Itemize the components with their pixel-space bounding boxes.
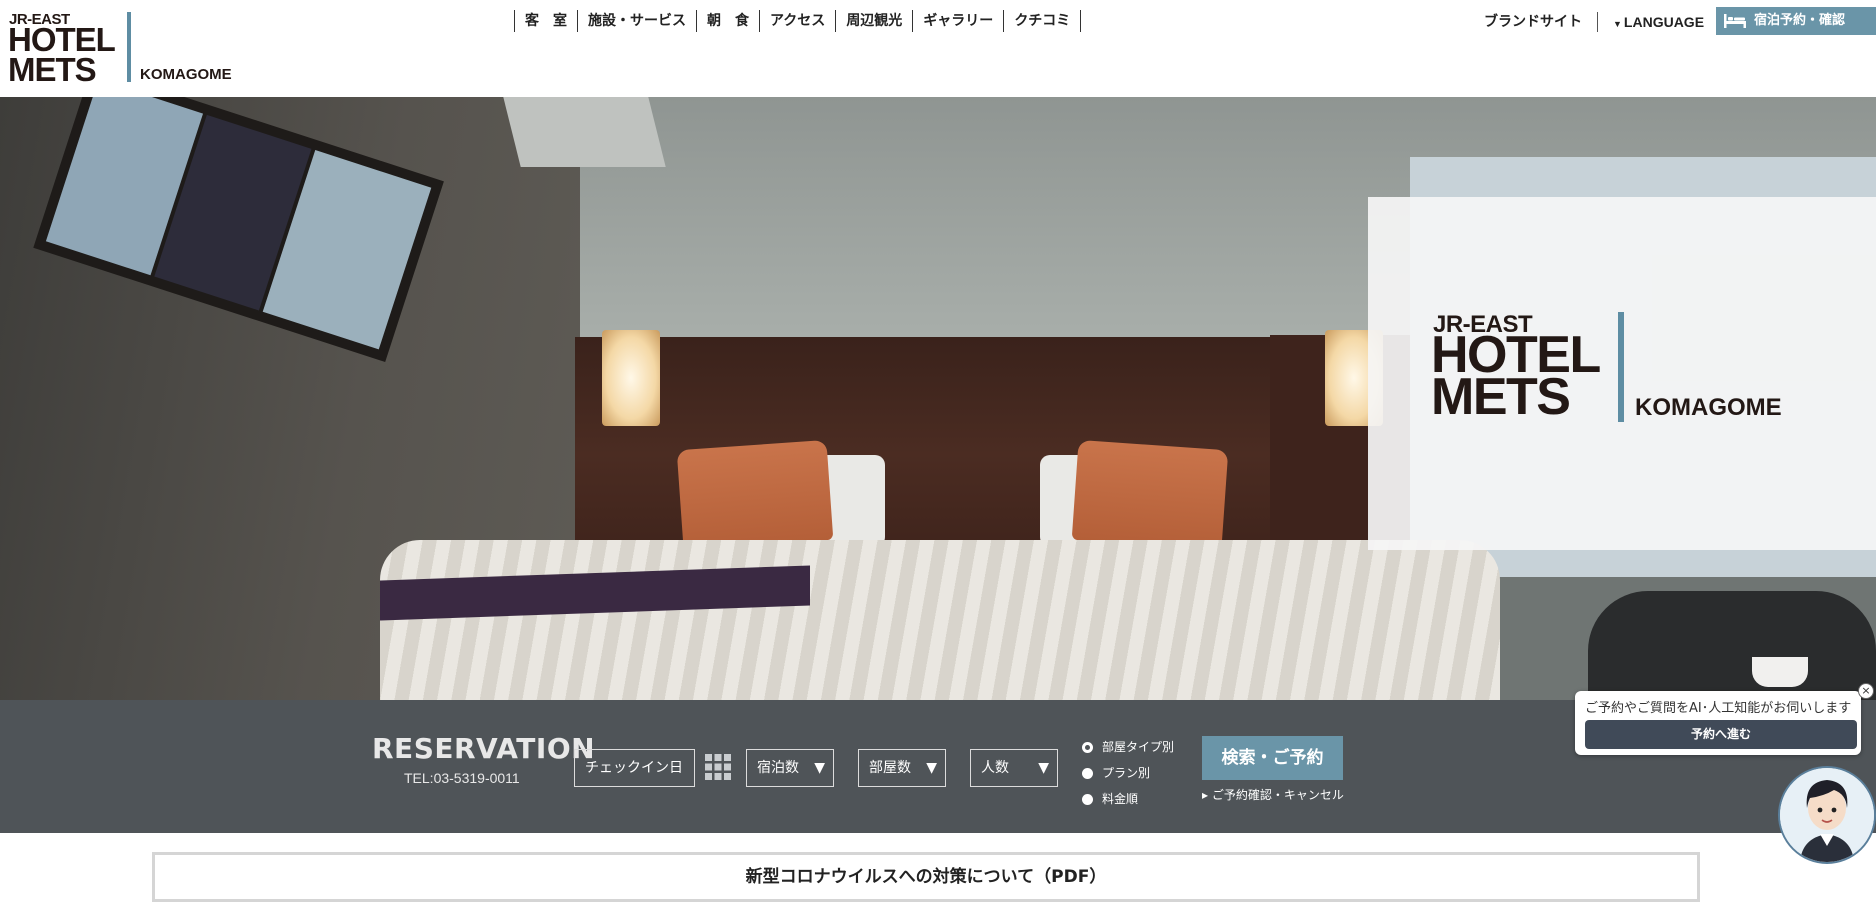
hero-logo-panel: JR-EAST HOTEL METS KOMAGOME — [1368, 197, 1876, 550]
checkin-date-field[interactable]: チェックイン日 — [574, 749, 695, 787]
hero-cup — [1752, 657, 1808, 687]
brand-site-link[interactable]: ブランドサイト — [1484, 11, 1582, 33]
sort-radio-label: 料金順 — [1102, 792, 1139, 806]
hero-logo-line-mets: METS — [1431, 368, 1571, 426]
bed-icon — [1724, 14, 1746, 28]
nav-item-access[interactable]: アクセス — [759, 10, 835, 32]
site-logo[interactable]: JR-EAST HOTEL METS KOMAGOME — [8, 10, 248, 88]
hero-ceiling-beam — [503, 97, 666, 167]
global-nav: 客 室 施設・サービス 朝 食 アクセス 周辺観光 ギャラリー クチコミ — [514, 10, 1082, 32]
rooms-select[interactable]: 部屋数 ▼ — [858, 749, 946, 787]
logo-divider — [127, 12, 131, 82]
ai-chat-bubble: ご予約やご質問をAI･人工知能がお伺いします 予約へ進む — [1575, 691, 1861, 755]
search-reserve-button[interactable]: 検索・ご予約 — [1202, 736, 1343, 780]
radio-icon — [1082, 768, 1093, 779]
logo-line-komagome: KOMAGOME — [140, 66, 232, 83]
hero-logo: JR-EAST HOTEL METS KOMAGOME — [1431, 311, 1791, 432]
radio-selected-icon — [1082, 742, 1093, 753]
people-select[interactable]: 人数 ▼ — [970, 749, 1058, 787]
hero-bed-cover — [380, 540, 1500, 700]
concierge-avatar-icon — [1780, 768, 1874, 862]
nav-item-sightseeing[interactable]: 周辺観光 — [835, 10, 912, 32]
sort-radio-room-type[interactable]: 部屋タイプ別 — [1080, 734, 1174, 760]
ai-chat-proceed-button[interactable]: 予約へ進む — [1585, 720, 1857, 749]
nav-item-reviews[interactable]: クチコミ — [1003, 10, 1082, 32]
booking-button-label: 宿泊予約・確認 — [1754, 13, 1846, 28]
hero-cushion-left — [676, 439, 834, 551]
nights-select-label: 宿泊数 — [757, 760, 799, 776]
logo-line-mets: METS — [8, 51, 97, 88]
close-icon[interactable]: × — [1858, 683, 1874, 699]
reservation-title: RESERVATION — [372, 732, 596, 765]
hero-cushion-right — [1071, 439, 1229, 551]
ai-chat-message: ご予約やご質問をAI･人工知能がお伺いします — [1585, 701, 1852, 716]
site-header: JR-EAST HOTEL METS KOMAGOME 客 室 施設・サービス … — [0, 0, 1876, 97]
hero-logo-divider — [1618, 312, 1624, 422]
sort-radio-price[interactable]: 料金順 — [1080, 786, 1174, 812]
chevron-down-icon: ▼ — [814, 760, 825, 776]
reservation-tel: TEL:03-5319-0011 — [404, 770, 520, 786]
nav-item-gallery[interactable]: ギャラリー — [912, 10, 1003, 32]
rooms-select-label: 部屋数 — [869, 760, 911, 776]
booking-button[interactable]: 宿泊予約・確認 — [1716, 7, 1876, 35]
language-label: LANGUAGE — [1623, 14, 1705, 30]
chevron-down-icon: ▼ — [926, 760, 937, 776]
calendar-icon[interactable] — [705, 754, 731, 780]
covid-notice-link[interactable]: 新型コロナウイルスへの対策について（PDF） — [152, 852, 1700, 902]
header-divider — [1597, 12, 1598, 32]
reservation-confirm-label: ご予約確認・キャンセル — [1211, 788, 1344, 802]
chevron-down-icon: ▼ — [1038, 760, 1049, 776]
radio-icon — [1082, 794, 1093, 805]
language-selector[interactable]: ▼ LANGUAGE — [1613, 11, 1704, 35]
nav-item-rooms[interactable]: 客 室 — [514, 10, 577, 32]
hero-lamp-left — [602, 330, 660, 426]
nav-item-facilities[interactable]: 施設・サービス — [577, 10, 696, 32]
hero-image: JR-EAST HOTEL METS KOMAGOME — [0, 97, 1876, 700]
dropdown-triangle-icon: ▼ — [1613, 19, 1622, 29]
hero-armchair — [1588, 591, 1876, 700]
people-select-label: 人数 — [981, 760, 1009, 776]
reservation-confirm-link[interactable]: ▸ ご予約確認・キャンセル — [1202, 786, 1344, 803]
sort-radio-label: プラン別 — [1102, 766, 1151, 780]
sort-radio-plan[interactable]: プラン別 — [1080, 760, 1174, 786]
sort-radio-label: 部屋タイプ別 — [1102, 740, 1175, 754]
nav-item-breakfast[interactable]: 朝 食 — [696, 10, 759, 32]
nights-select[interactable]: 宿泊数 ▼ — [746, 749, 834, 787]
caret-right-icon: ▸ — [1202, 788, 1209, 802]
sort-radio-group: 部屋タイプ別 プラン別 料金順 — [1080, 734, 1174, 812]
ai-concierge-avatar[interactable] — [1778, 766, 1876, 864]
hero-logo-line-komagome: KOMAGOME — [1635, 394, 1782, 421]
